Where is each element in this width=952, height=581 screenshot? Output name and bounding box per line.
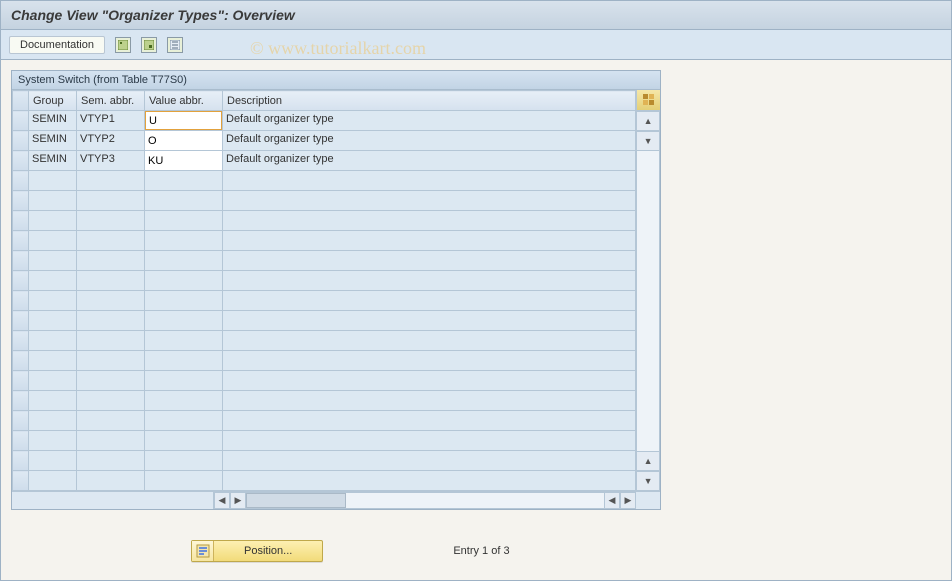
hscroll-first-icon[interactable]: ◀ xyxy=(214,492,230,509)
table-row-empty xyxy=(13,391,636,411)
table-right-strip: ▲ ▼ ▲ ▼ xyxy=(636,90,660,491)
row-selector[interactable] xyxy=(13,111,29,131)
cell-desc: Default organizer type xyxy=(223,111,635,130)
row-selector[interactable] xyxy=(13,191,29,211)
hscroll-last-icon[interactable]: ▶ xyxy=(620,492,636,509)
table-panel: System Switch (from Table T77S0) Group S… xyxy=(11,70,661,510)
documentation-button[interactable]: Documentation xyxy=(9,36,105,54)
cell-desc: Default organizer type xyxy=(223,151,635,170)
panel-title: System Switch (from Table T77S0) xyxy=(12,71,660,90)
cell-val-input[interactable] xyxy=(145,131,222,150)
position-icon xyxy=(192,541,214,561)
table-row-empty xyxy=(13,451,636,471)
col-header-group[interactable]: Group xyxy=(29,91,77,111)
row-selector[interactable] xyxy=(13,171,29,191)
hscroll-right-icon[interactable]: ◀ xyxy=(604,492,620,509)
row-selector[interactable] xyxy=(13,391,29,411)
data-table: Group Sem. abbr. Value abbr. Description… xyxy=(12,90,636,491)
table-row-empty xyxy=(13,371,636,391)
table-row-empty xyxy=(13,471,636,491)
vscroll-down-icon[interactable]: ▼ xyxy=(637,131,660,151)
tool-icon-1[interactable] xyxy=(115,37,131,53)
table-row-empty xyxy=(13,331,636,351)
row-selector[interactable] xyxy=(13,411,29,431)
row-selector[interactable] xyxy=(13,271,29,291)
vscroll-track[interactable] xyxy=(637,151,660,451)
table-row-empty xyxy=(13,191,636,211)
cell-sem: VTYP1 xyxy=(77,111,144,130)
content-area: System Switch (from Table T77S0) Group S… xyxy=(1,60,951,580)
table-config-icon[interactable] xyxy=(637,90,660,111)
row-selector[interactable] xyxy=(13,471,29,491)
table-row-empty xyxy=(13,211,636,231)
hscroll-left-icon[interactable]: ▶ xyxy=(230,492,246,509)
bottom-bar: Position... Entry 1 of 3 xyxy=(191,540,941,562)
cell-val-input[interactable] xyxy=(145,111,222,130)
row-selector[interactable] xyxy=(13,231,29,251)
table-row-empty xyxy=(13,351,636,371)
vscroll-up-icon[interactable]: ▲ xyxy=(637,111,660,131)
col-header-sem[interactable]: Sem. abbr. xyxy=(77,91,145,111)
row-selector[interactable] xyxy=(13,451,29,471)
table-row-empty xyxy=(13,251,636,271)
position-button-label: Position... xyxy=(214,542,322,560)
entry-counter: Entry 1 of 3 xyxy=(453,545,509,557)
watermark-text: © www.tutorialkart.com xyxy=(250,38,426,59)
hscroll-thumb[interactable] xyxy=(246,493,346,508)
vscroll-up2-icon[interactable]: ▲ xyxy=(637,451,660,471)
table-row-empty xyxy=(13,431,636,451)
tool-icon-3[interactable] xyxy=(167,37,183,53)
page-title: Change View "Organizer Types": Overview xyxy=(1,1,951,30)
table-row-empty xyxy=(13,271,636,291)
table-row-empty xyxy=(13,231,636,251)
table-row-empty xyxy=(13,291,636,311)
table-row-empty xyxy=(13,411,636,431)
row-selector[interactable] xyxy=(13,291,29,311)
vscroll-down2-icon[interactable]: ▼ xyxy=(637,471,660,491)
row-selector[interactable] xyxy=(13,151,29,171)
row-selector[interactable] xyxy=(13,251,29,271)
cell-sem: VTYP2 xyxy=(77,131,144,150)
tool-icon-2[interactable] xyxy=(141,37,157,53)
row-selector[interactable] xyxy=(13,331,29,351)
app-window: Change View "Organizer Types": Overview … xyxy=(0,0,952,581)
table-row-empty xyxy=(13,171,636,191)
cell-val-input[interactable] xyxy=(145,151,222,170)
cell-group: SEMIN xyxy=(29,131,76,150)
row-selector[interactable] xyxy=(13,431,29,451)
hscroll-track[interactable] xyxy=(246,492,604,509)
hscroll-corner xyxy=(636,492,660,509)
row-selector[interactable] xyxy=(13,311,29,331)
row-selector[interactable] xyxy=(13,211,29,231)
row-selector[interactable] xyxy=(13,351,29,371)
row-selector[interactable] xyxy=(13,131,29,151)
hscroll-spacer xyxy=(12,492,214,509)
select-all-header[interactable] xyxy=(13,91,29,111)
cell-sem: VTYP3 xyxy=(77,151,144,170)
table-row: SEMIN VTYP2 Default organizer type xyxy=(13,131,636,151)
position-button[interactable]: Position... xyxy=(191,540,323,562)
cell-group: SEMIN xyxy=(29,111,76,130)
cell-desc: Default organizer type xyxy=(223,131,635,150)
col-header-desc[interactable]: Description xyxy=(223,91,636,111)
row-selector[interactable] xyxy=(13,371,29,391)
col-header-val[interactable]: Value abbr. xyxy=(145,91,223,111)
table-row-empty xyxy=(13,311,636,331)
table-row: SEMIN VTYP1 Default organizer type xyxy=(13,111,636,131)
cell-group: SEMIN xyxy=(29,151,76,170)
top-toolbar: Documentation © www.tutorialkart.com xyxy=(1,30,951,60)
table-row: SEMIN VTYP3 Default organizer type xyxy=(13,151,636,171)
hscroll-row: ◀ ▶ ◀ ▶ xyxy=(12,491,660,509)
